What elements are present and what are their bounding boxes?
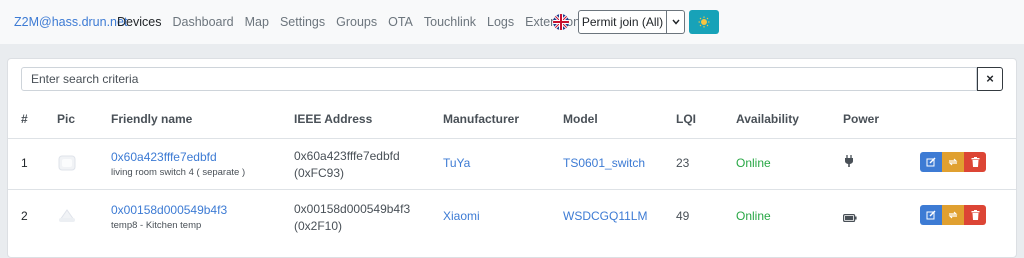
chevron-down-icon (671, 19, 680, 25)
reconfigure-button[interactable] (942, 205, 964, 225)
ieee-address: 0x60a423fffe7edbfd (294, 149, 400, 163)
nav-link-touchlink[interactable]: Touchlink (424, 15, 476, 29)
col-header-lqi[interactable]: LQI (676, 112, 696, 126)
brand-link[interactable]: Z2M@hass.drun.net (14, 15, 127, 29)
trash-icon (971, 210, 979, 220)
nav-link-dashboard[interactable]: Dashboard (172, 15, 233, 29)
availability-status: Online (736, 156, 771, 170)
clear-search-button[interactable]: × (977, 67, 1003, 91)
col-header-pic[interactable]: Pic (57, 112, 75, 126)
nav-links: Devices Dashboard Map Settings Groups OT… (117, 15, 597, 29)
device-image (57, 208, 77, 224)
theme-toggle-button[interactable] (689, 10, 719, 34)
availability-status: Online (736, 209, 771, 223)
device-description: living room switch 4 ( separate ) (111, 167, 246, 178)
device-friendly-name-link[interactable]: 0x00158d000549b4f3 (111, 203, 227, 217)
sync-icon (948, 158, 958, 166)
row-actions (920, 152, 986, 172)
delete-button[interactable] (964, 205, 986, 225)
ieee-address: 0x00158d000549b4f3 (294, 202, 411, 216)
edit-icon (926, 210, 936, 220)
lqi-value: 49 (676, 209, 690, 223)
delete-button[interactable] (964, 152, 986, 172)
edit-button[interactable] (920, 205, 942, 225)
permit-join-button[interactable]: Permit join (All) (578, 10, 667, 34)
reconfigure-button[interactable] (942, 152, 964, 172)
device-friendly-name-link[interactable]: 0x60a423fffe7edbfd (111, 150, 217, 164)
nav-link-map[interactable]: Map (245, 15, 269, 29)
nav-link-devices[interactable]: Devices (117, 15, 161, 29)
col-header-model[interactable]: Model (563, 112, 598, 126)
uk-flag-icon[interactable] (553, 14, 569, 30)
trash-icon (971, 157, 979, 167)
nav-link-logs[interactable]: Logs (487, 15, 514, 29)
manufacturer-link[interactable]: Xiaomi (443, 209, 480, 223)
model-link[interactable]: TS0601_switch (563, 156, 645, 170)
nav-link-settings[interactable]: Settings (280, 15, 325, 29)
nav-link-groups[interactable]: Groups (336, 15, 377, 29)
sun-icon (698, 16, 710, 28)
col-header-index[interactable]: # (21, 112, 28, 126)
search-input[interactable] (21, 67, 977, 91)
edit-icon (926, 157, 936, 167)
row-index: 1 (21, 156, 28, 170)
col-header-manufacturer[interactable]: Manufacturer (443, 112, 519, 126)
plug-icon (844, 155, 854, 170)
top-navbar: Z2M@hass.drun.net Devices Dashboard Map … (0, 0, 1024, 44)
network-address: (0xFC93) (294, 166, 345, 180)
device-description: temp8 - Kitchen temp (111, 220, 202, 231)
col-header-friendly-name[interactable]: Friendly name (111, 112, 192, 126)
manufacturer-link[interactable]: TuYa (443, 156, 470, 170)
lqi-value: 23 (676, 156, 690, 170)
model-link[interactable]: WSDCGQ11LM (563, 209, 647, 223)
device-image (57, 155, 77, 171)
row-index: 2 (21, 209, 28, 223)
row-divider (8, 189, 1016, 190)
nav-link-ota[interactable]: OTA (388, 15, 413, 29)
col-header-availability[interactable]: Availability (736, 112, 799, 126)
row-actions (920, 205, 986, 225)
col-header-power[interactable]: Power (843, 112, 879, 126)
battery-icon (843, 211, 857, 225)
header-divider (8, 138, 1016, 139)
network-address: (0x2F10) (294, 219, 343, 233)
sync-icon (948, 211, 958, 219)
permit-join-dropdown[interactable] (667, 10, 685, 34)
col-header-ieee-address[interactable]: IEEE Address (294, 112, 372, 126)
edit-button[interactable] (920, 152, 942, 172)
